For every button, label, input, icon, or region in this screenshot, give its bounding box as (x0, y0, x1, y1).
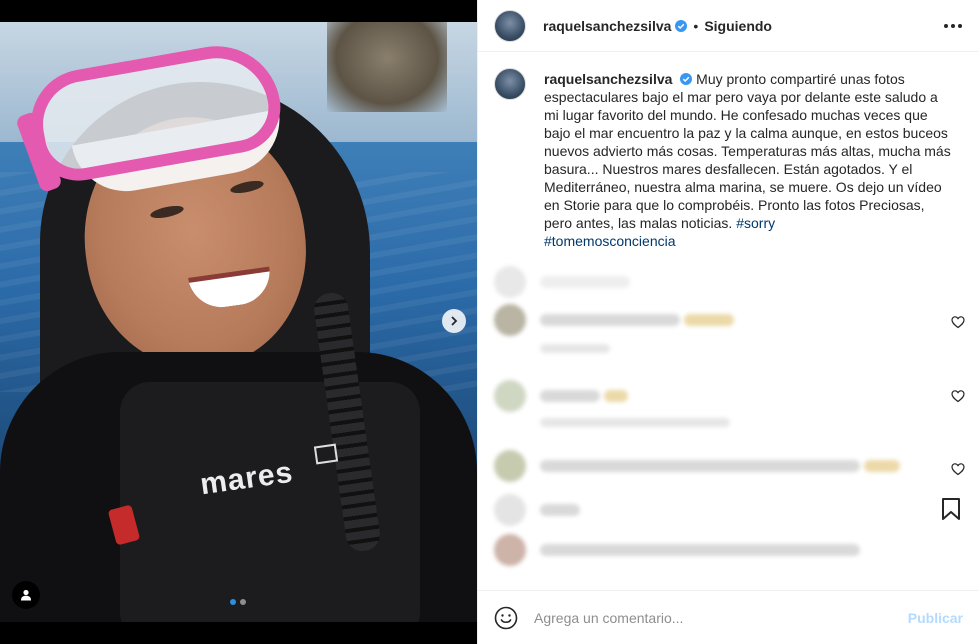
caption-text: Muy pronto compartiré unas fotos especta… (544, 71, 951, 231)
photo-rock (327, 22, 447, 112)
comment-input[interactable] (534, 609, 874, 626)
header-username[interactable]: raquelsanchezsilva (543, 18, 671, 34)
list-item (494, 494, 580, 526)
carousel-dot-active (230, 599, 236, 605)
add-comment-bar: Publicar (478, 590, 978, 644)
bookmark-icon[interactable] (940, 497, 962, 521)
chevron-right-icon (451, 316, 458, 326)
post-side-panel: raquelsanchezsilva • Siguiendo raquelsan… (477, 0, 978, 644)
post-caption: raquelsanchezsilva Muy pronto compartiré… (544, 70, 954, 250)
following-button[interactable]: Siguiendo (704, 18, 772, 34)
more-horizontal-icon (958, 23, 962, 28)
heart-icon[interactable] (951, 315, 965, 329)
hashtag-link[interactable]: #sorry (736, 215, 775, 231)
comment-emoji-blurred (684, 314, 734, 326)
heart-icon[interactable] (951, 389, 965, 403)
publish-button[interactable]: Publicar (908, 610, 963, 626)
more-options-button[interactable] (944, 14, 962, 38)
post-photo[interactable]: mares (0, 22, 477, 622)
comment-text-blurred (540, 276, 630, 288)
list-item (494, 304, 734, 336)
post-media[interactable]: mares (0, 0, 477, 644)
comment-emoji-blurred (864, 460, 900, 472)
emoji-icon[interactable] (494, 606, 518, 630)
carousel-dot (240, 599, 246, 605)
avatar (494, 304, 526, 336)
hashtag-link[interactable]: #tomemosconciencia (544, 233, 676, 249)
tagged-users-button[interactable] (12, 581, 40, 609)
avatar (494, 266, 526, 298)
list-item (494, 534, 860, 566)
post-header: raquelsanchezsilva • Siguiendo (478, 0, 978, 52)
comment-text-blurred (540, 390, 600, 402)
avatar[interactable] (494, 9, 526, 42)
list-item (494, 266, 630, 298)
verified-badge-icon (675, 19, 688, 32)
avatar (494, 494, 526, 526)
caption-row: raquelsanchezsilva Muy pronto compartiré… (478, 52, 978, 250)
comment-text-blurred (540, 460, 860, 472)
list-item (494, 450, 900, 482)
comment-meta-blurred (540, 418, 730, 427)
comment-text-blurred (540, 504, 580, 516)
avatar (494, 380, 526, 412)
more-horizontal-icon (944, 23, 948, 28)
avatar[interactable] (494, 68, 526, 100)
comment-text-blurred (540, 314, 680, 326)
comment-meta-blurred (540, 344, 610, 353)
verified-badge-icon (680, 73, 693, 85)
header-separator: • (693, 17, 699, 34)
photo-brand-mark (313, 443, 339, 465)
heart-icon[interactable] (951, 462, 965, 476)
comment-emoji-blurred (604, 390, 628, 402)
user-icon (21, 589, 31, 601)
more-horizontal-icon (951, 23, 955, 28)
avatar (494, 534, 526, 566)
comments-list (478, 262, 978, 592)
carousel-indicator (230, 599, 246, 605)
avatar (494, 450, 526, 482)
carousel-next-button[interactable] (442, 309, 466, 333)
caption-username[interactable]: raquelsanchezsilva (544, 71, 672, 87)
list-item (494, 380, 628, 412)
comment-text-blurred (540, 544, 860, 556)
